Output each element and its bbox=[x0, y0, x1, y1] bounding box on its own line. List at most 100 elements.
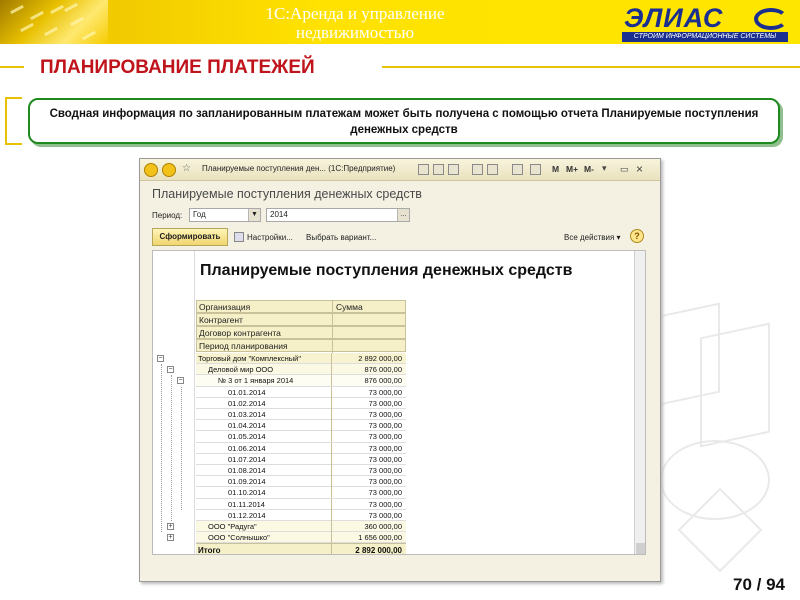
collapse-toggle-icon[interactable]: − bbox=[157, 355, 164, 362]
star-icon[interactable]: ☆ bbox=[182, 163, 191, 174]
row-value: 876 000,00 bbox=[364, 376, 402, 386]
background-watermark bbox=[640, 300, 790, 580]
table-row: 01.10.2014 73 000,00 bbox=[196, 487, 406, 499]
section-title: ПЛАНИРОВАНИЕ ПЛАТЕЖЕЙ bbox=[40, 57, 315, 78]
menu-icon[interactable] bbox=[162, 163, 176, 177]
collapse-toggle-icon[interactable]: − bbox=[167, 366, 174, 374]
memory-button[interactable]: M bbox=[552, 164, 559, 174]
expand-toggle-icon[interactable]: + bbox=[167, 523, 174, 530]
table-row: ООО "Солнышко" 1 656 000,00 bbox=[196, 532, 406, 544]
expand-toggle-icon[interactable]: + bbox=[167, 534, 174, 542]
settings-link[interactable]: Настройки... bbox=[247, 233, 293, 242]
info-box: Сводная информация по запланированным пл… bbox=[28, 98, 780, 144]
table-row: 01.09.2014 73 000,00 bbox=[196, 476, 406, 488]
row-value: 73 000,00 bbox=[368, 432, 402, 442]
report-heading: Планируемые поступления денежных средств bbox=[200, 262, 573, 279]
info-bracket-icon bbox=[5, 97, 22, 145]
total-row: Итого 2 892 000,00 bbox=[196, 543, 406, 555]
table-row: Торговый дом "Комплексный" 2 892 000,00 bbox=[196, 353, 406, 365]
row-label: 01.01.2014 bbox=[196, 386, 332, 398]
header-bar: 1С:Аренда и управление недвижимостью ЭЛИ… bbox=[0, 0, 800, 44]
tree-line bbox=[171, 375, 172, 521]
period-value-field[interactable]: 2014... bbox=[266, 208, 410, 222]
generate-button[interactable]: Сформировать bbox=[152, 228, 228, 246]
window-menu-icon[interactable]: ▾ bbox=[602, 163, 607, 174]
select-variant-link[interactable]: Выбрать вариант... bbox=[306, 233, 376, 242]
link-icon[interactable] bbox=[487, 164, 498, 175]
row-value: 2 892 000,00 bbox=[358, 354, 402, 363]
row-value: 73 000,00 bbox=[368, 410, 402, 419]
print-icon[interactable] bbox=[433, 164, 444, 175]
row-label: 01.11.2014 bbox=[196, 498, 332, 510]
table-row: № 3 от 1 января 2014 876 000,00 bbox=[196, 375, 406, 387]
period-type-select[interactable]: Год ▼ bbox=[189, 208, 261, 222]
row-label: 01.02.2014 bbox=[196, 397, 332, 409]
app-logo-icon[interactable] bbox=[144, 163, 158, 177]
total-value: 2 892 000,00 bbox=[355, 546, 402, 555]
table-row: 01.12.2014 73 000,00 bbox=[196, 509, 406, 521]
memory-minus-button[interactable]: M- bbox=[584, 164, 594, 174]
row-label: 01.12.2014 bbox=[196, 509, 332, 521]
row-value: 73 000,00 bbox=[368, 398, 402, 408]
page-number: 70 / 94 bbox=[733, 575, 785, 594]
settings-icon[interactable] bbox=[234, 232, 244, 242]
row-label: 01.07.2014 bbox=[196, 453, 332, 465]
minimize-icon[interactable]: ▭ bbox=[620, 164, 629, 175]
chevron-down-icon[interactable]: ▼ bbox=[248, 209, 260, 221]
row-value: 360 000,00 bbox=[364, 522, 402, 531]
row-value: 73 000,00 bbox=[368, 510, 402, 520]
header-photo bbox=[0, 0, 108, 44]
row-value: 73 000,00 bbox=[368, 499, 402, 509]
collapse-toggle-icon[interactable]: − bbox=[177, 377, 184, 385]
period-label: Период: bbox=[152, 211, 183, 220]
section-divider-left bbox=[0, 66, 24, 68]
help-icon[interactable]: ? bbox=[630, 229, 644, 243]
total-label: Итого bbox=[196, 544, 332, 554]
table-row: 01.04.2014 73 000,00 bbox=[196, 420, 406, 432]
grouping-header-row: Организация Сумма bbox=[196, 300, 406, 314]
vertical-scrollbar[interactable] bbox=[634, 251, 645, 554]
report-form-title: Планируемые поступления денежных средств bbox=[152, 187, 422, 201]
header-title: 1С:Аренда и управление недвижимостью bbox=[265, 4, 445, 42]
window-titlebar: ☆ Планируемые поступления ден... (1С:Пре… bbox=[140, 159, 660, 181]
report-window: ☆ Планируемые поступления ден... (1С:Пре… bbox=[139, 158, 661, 582]
sum-header: Сумма bbox=[336, 302, 363, 312]
row-value: 73 000,00 bbox=[368, 477, 402, 487]
scrollbar-thumb[interactable] bbox=[636, 543, 645, 554]
table-row: 01.03.2014 73 000,00 bbox=[196, 409, 406, 421]
table-row: 01.06.2014 73 000,00 bbox=[196, 442, 406, 454]
logo-ring-icon bbox=[754, 8, 788, 30]
row-value: 73 000,00 bbox=[368, 443, 402, 453]
grouping-header-row: Период планирования bbox=[196, 339, 406, 353]
tree-line bbox=[161, 364, 162, 533]
row-value: 73 000,00 bbox=[368, 387, 402, 397]
memory-plus-button[interactable]: M+ bbox=[566, 164, 578, 174]
row-label: 01.10.2014 bbox=[196, 487, 332, 499]
row-label: 01.04.2014 bbox=[196, 420, 332, 432]
table-row: 01.05.2014 73 000,00 bbox=[196, 431, 406, 443]
favorites-icon[interactable] bbox=[472, 164, 483, 175]
ellipsis-icon[interactable]: ... bbox=[397, 209, 409, 221]
close-icon[interactable]: × bbox=[636, 162, 643, 176]
table-row: 01.11.2014 73 000,00 bbox=[196, 498, 406, 510]
info-text: Сводная информация по запланированным пл… bbox=[49, 108, 759, 136]
row-label: Торговый дом "Комплексный" bbox=[196, 353, 332, 364]
row-value: 73 000,00 bbox=[368, 488, 402, 498]
row-label: 01.05.2014 bbox=[196, 431, 332, 443]
tree-gutter bbox=[153, 251, 195, 554]
row-value: 876 000,00 bbox=[364, 365, 402, 375]
calculator-icon[interactable] bbox=[530, 164, 541, 175]
save-icon[interactable] bbox=[418, 164, 429, 175]
row-value: 73 000,00 bbox=[368, 421, 402, 431]
row-label: Деловой мир ООО bbox=[196, 364, 332, 376]
row-label: 01.06.2014 bbox=[196, 442, 332, 454]
grouping-header-row: Контрагент bbox=[196, 313, 406, 327]
row-label: № 3 от 1 января 2014 bbox=[196, 375, 332, 387]
row-label: ООО "Радуга" bbox=[196, 521, 332, 532]
all-actions-menu[interactable]: Все действия ▾ bbox=[564, 233, 621, 242]
preview-icon[interactable] bbox=[448, 164, 459, 175]
row-label: ООО "Солнышко" bbox=[196, 532, 332, 544]
tree-line bbox=[181, 386, 182, 510]
row-value: 73 000,00 bbox=[368, 466, 402, 475]
calendar-icon[interactable] bbox=[512, 164, 523, 175]
